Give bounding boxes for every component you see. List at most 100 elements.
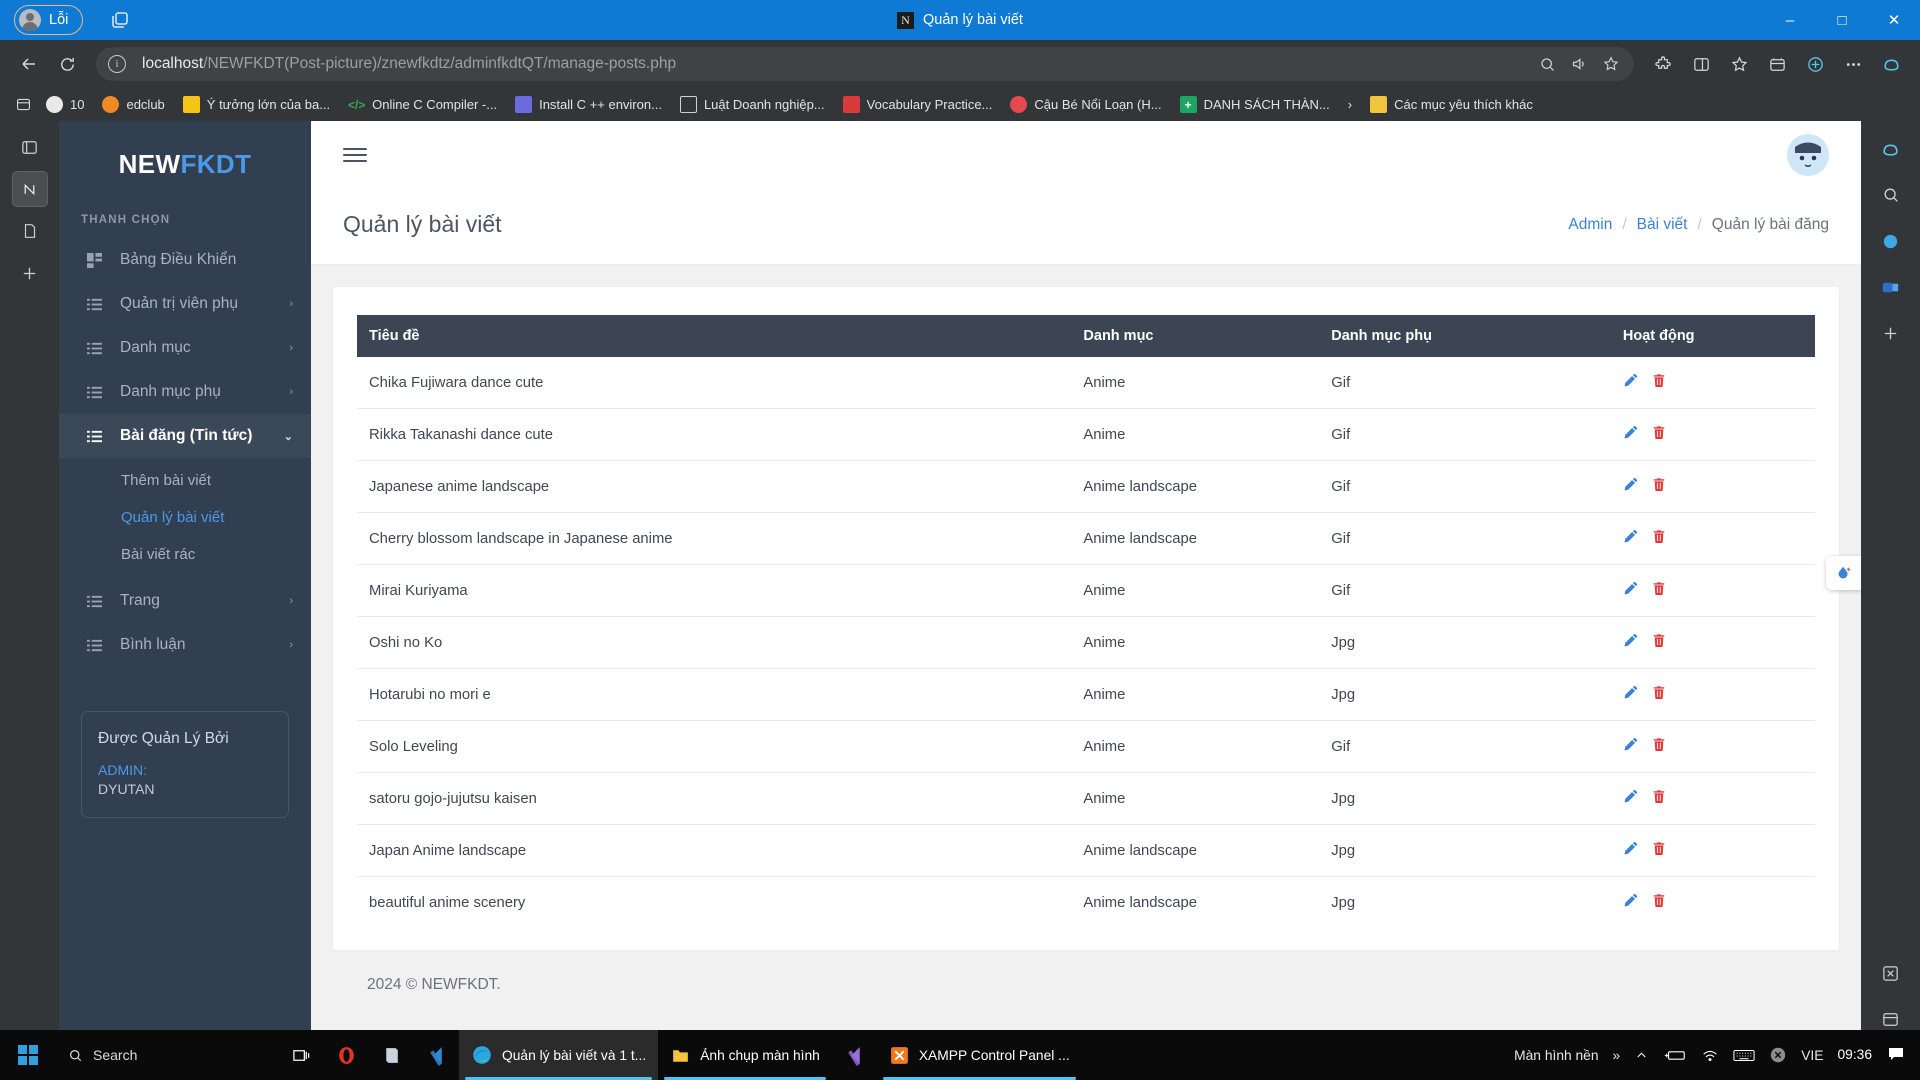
- split-screen-icon[interactable]: [1684, 47, 1718, 81]
- windows-start-icon[interactable]: [0, 1030, 56, 1080]
- floating-widget-icon[interactable]: [1826, 556, 1861, 590]
- close-button[interactable]: ✕: [1868, 0, 1920, 40]
- tab-actions-icon[interactable]: [105, 5, 135, 35]
- trash-icon[interactable]: [1652, 477, 1666, 496]
- trash-icon[interactable]: [1652, 425, 1666, 444]
- favorites-icon[interactable]: [1722, 47, 1756, 81]
- task-view-icon[interactable]: [278, 1030, 324, 1080]
- search-sidebar-icon[interactable]: [1873, 177, 1909, 213]
- tray-desktop-label[interactable]: Màn hình nền: [1514, 1048, 1598, 1063]
- pencil-icon[interactable]: [1623, 529, 1638, 548]
- cell-category: Anime: [1071, 564, 1320, 617]
- zoom-search-icon[interactable]: [1532, 49, 1562, 79]
- sidebar-subitem-manage-posts[interactable]: Quản lý bài viết: [59, 499, 311, 536]
- taskbar-app-notepad[interactable]: [832, 1030, 877, 1080]
- taskbar-app-vscode[interactable]: [414, 1030, 459, 1080]
- extensions-puzzle-icon[interactable]: [1646, 47, 1680, 81]
- chevron-up-icon[interactable]: [1634, 1048, 1649, 1063]
- trash-icon[interactable]: [1652, 373, 1666, 392]
- reload-icon[interactable]: [50, 47, 84, 81]
- address-bar[interactable]: i localhost/NEWFKDT(Post-picture)/znewfk…: [96, 47, 1634, 81]
- sidebar-item-subcategory[interactable]: Danh mục phụ ›: [59, 370, 311, 414]
- tray-clock[interactable]: 09:36: [1837, 1047, 1872, 1062]
- taskbar-app-opera[interactable]: [324, 1030, 369, 1080]
- tab-list-icon[interactable]: [12, 129, 48, 165]
- pencil-icon[interactable]: [1623, 737, 1638, 756]
- tray-language[interactable]: VIE: [1801, 1048, 1823, 1063]
- trash-icon[interactable]: [1652, 581, 1666, 600]
- bookmark-item[interactable]: Install C ++ environ...: [507, 93, 670, 116]
- bookmark-item[interactable]: + DANH SÁCH THÀN...: [1172, 93, 1338, 116]
- trash-icon[interactable]: [1652, 633, 1666, 652]
- taskbar-app-edge[interactable]: Quản lý bài viết và 1 t...: [459, 1030, 659, 1080]
- taskbar-search-box[interactable]: Search: [56, 1036, 278, 1074]
- trash-icon[interactable]: [1652, 893, 1666, 912]
- taskbar-app-book[interactable]: [369, 1030, 414, 1080]
- sidebar-item-comments[interactable]: Bình luận ›: [59, 623, 311, 667]
- pencil-icon[interactable]: [1623, 633, 1638, 652]
- screenshot-icon[interactable]: [1873, 955, 1909, 991]
- trash-icon[interactable]: [1652, 789, 1666, 808]
- new-tab-plus-icon[interactable]: [12, 255, 48, 291]
- sidebar-subitem-add-post[interactable]: Thêm bài viết: [59, 462, 311, 499]
- bookmarks-overflow-chevron-right-icon[interactable]: ›: [1340, 93, 1360, 116]
- new-page-icon[interactable]: [12, 213, 48, 249]
- taskbar-app-xampp[interactable]: XAMPP Control Panel ...: [877, 1030, 1082, 1080]
- trash-icon[interactable]: [1652, 529, 1666, 548]
- bookmark-item[interactable]: 10: [38, 93, 92, 116]
- bookmark-item[interactable]: Ý tưởng lớn của ba...: [175, 93, 338, 116]
- outlook-icon[interactable]: [1873, 269, 1909, 305]
- copilot-icon[interactable]: [1874, 47, 1908, 81]
- trash-icon[interactable]: [1652, 685, 1666, 704]
- battery-icon[interactable]: [1663, 1048, 1687, 1063]
- sidebar-item-pages[interactable]: Trang ›: [59, 579, 311, 623]
- tray-overflow-label[interactable]: »: [1613, 1048, 1621, 1063]
- add-sidebar-icon[interactable]: [1873, 315, 1909, 351]
- trash-icon[interactable]: [1652, 737, 1666, 756]
- error-circle-icon[interactable]: [1769, 1046, 1787, 1064]
- trash-icon[interactable]: [1652, 841, 1666, 860]
- active-tab-icon[interactable]: [11, 171, 48, 207]
- more-settings-icon[interactable]: [1836, 47, 1870, 81]
- pencil-icon[interactable]: [1623, 789, 1638, 808]
- sidebar-item-posts[interactable]: Bài đăng (Tin tức) ⌄: [59, 414, 311, 458]
- sidebar-item-sub-admin[interactable]: Quản trị viên phụ ›: [59, 282, 311, 326]
- bookmark-item[interactable]: Cậu Bé Nổi Loạn (H...: [1002, 93, 1169, 116]
- sidebar-item-dashboard[interactable]: Bảng Điều Khiển: [59, 238, 311, 282]
- pencil-icon[interactable]: [1623, 581, 1638, 600]
- minimize-button[interactable]: –: [1764, 0, 1816, 40]
- bookmark-item[interactable]: </> Online C Compiler -...: [340, 93, 505, 116]
- hamburger-icon[interactable]: [343, 148, 367, 162]
- pencil-icon[interactable]: [1623, 425, 1638, 444]
- copilot-sidebar-icon[interactable]: [1873, 131, 1909, 167]
- collections-icon[interactable]: [1760, 47, 1794, 81]
- bookmark-item[interactable]: Vocabulary Practice...: [835, 93, 1001, 116]
- avatar[interactable]: [1787, 134, 1829, 176]
- edge-discover-icon[interactable]: [1873, 223, 1909, 259]
- profile-chip[interactable]: Lỗi: [14, 5, 84, 35]
- pencil-icon[interactable]: [1623, 685, 1638, 704]
- notification-icon[interactable]: [1886, 1046, 1906, 1064]
- star-icon[interactable]: [1596, 49, 1626, 79]
- maximize-button[interactable]: □: [1816, 0, 1868, 40]
- sidebar-item-category[interactable]: Danh mục ›: [59, 326, 311, 370]
- keyboard-icon[interactable]: [1733, 1048, 1755, 1063]
- bookmark-manager-icon[interactable]: [10, 92, 36, 118]
- pencil-icon[interactable]: [1623, 373, 1638, 392]
- sidebar-subitem-trash-posts[interactable]: Bài viết rác: [59, 536, 311, 573]
- bookmark-item[interactable]: Luật Doanh nghiệp...: [672, 93, 833, 116]
- wifi-icon[interactable]: [1701, 1048, 1719, 1063]
- app-brand[interactable]: NEWFKDT: [59, 121, 311, 210]
- pencil-icon[interactable]: [1623, 893, 1638, 912]
- pencil-icon[interactable]: [1623, 477, 1638, 496]
- bookmark-item[interactable]: edclub: [94, 93, 172, 116]
- taskbar-app-screenshots-folder[interactable]: Ảnh chụp màn hình: [658, 1030, 832, 1080]
- browser-essentials-icon[interactable]: [1798, 47, 1832, 81]
- pencil-icon[interactable]: [1623, 841, 1638, 860]
- breadcrumb-item-posts[interactable]: Bài viết: [1637, 216, 1688, 234]
- read-aloud-icon[interactable]: [1564, 49, 1594, 79]
- back-arrow-icon[interactable]: [12, 47, 46, 81]
- breadcrumb-item-admin[interactable]: Admin: [1568, 216, 1612, 234]
- info-icon[interactable]: i: [108, 55, 126, 73]
- other-bookmarks-folder[interactable]: Các mục yêu thích khác: [1362, 93, 1541, 116]
